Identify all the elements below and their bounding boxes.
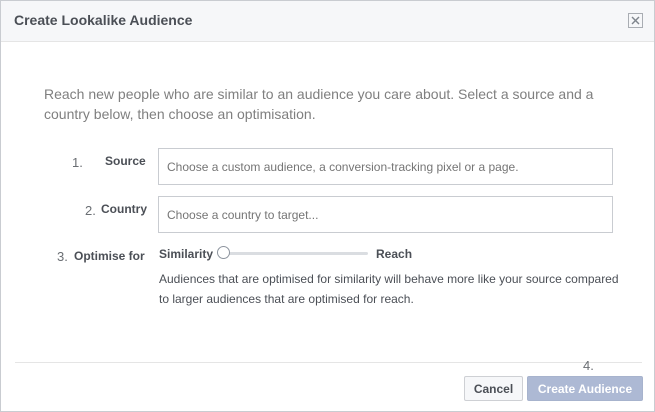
cancel-button[interactable]: Cancel: [464, 376, 523, 401]
source-label: Source: [105, 154, 146, 168]
optimise-description: Audiences that are optimised for similar…: [159, 272, 619, 306]
create-lookalike-dialog: Create Lookalike Audience Reach new peop…: [0, 0, 655, 412]
close-icon: [631, 16, 640, 25]
country-label: Country: [101, 202, 147, 216]
dialog-title: Create Lookalike Audience: [14, 12, 193, 28]
step-4-number: 4.: [583, 358, 594, 373]
step-3-number: 3.: [57, 249, 68, 264]
close-button[interactable]: [628, 13, 643, 28]
optimise-slider-track[interactable]: [225, 252, 368, 255]
footer-divider: [15, 362, 642, 363]
reach-label: Reach: [376, 247, 413, 261]
country-input[interactable]: [158, 196, 613, 233]
step-2-number: 2.: [85, 203, 96, 218]
optimise-slider-handle[interactable]: [217, 246, 230, 259]
intro-text: Reach new people who are similar to an a…: [44, 86, 594, 122]
source-input[interactable]: [158, 148, 613, 185]
similarity-label: Similarity: [159, 247, 214, 261]
create-audience-button[interactable]: Create Audience: [527, 376, 643, 401]
optimise-label: Optimise for: [74, 249, 145, 263]
step-1-number: 1.: [72, 155, 83, 170]
dialog-header: Create Lookalike Audience: [1, 1, 654, 42]
